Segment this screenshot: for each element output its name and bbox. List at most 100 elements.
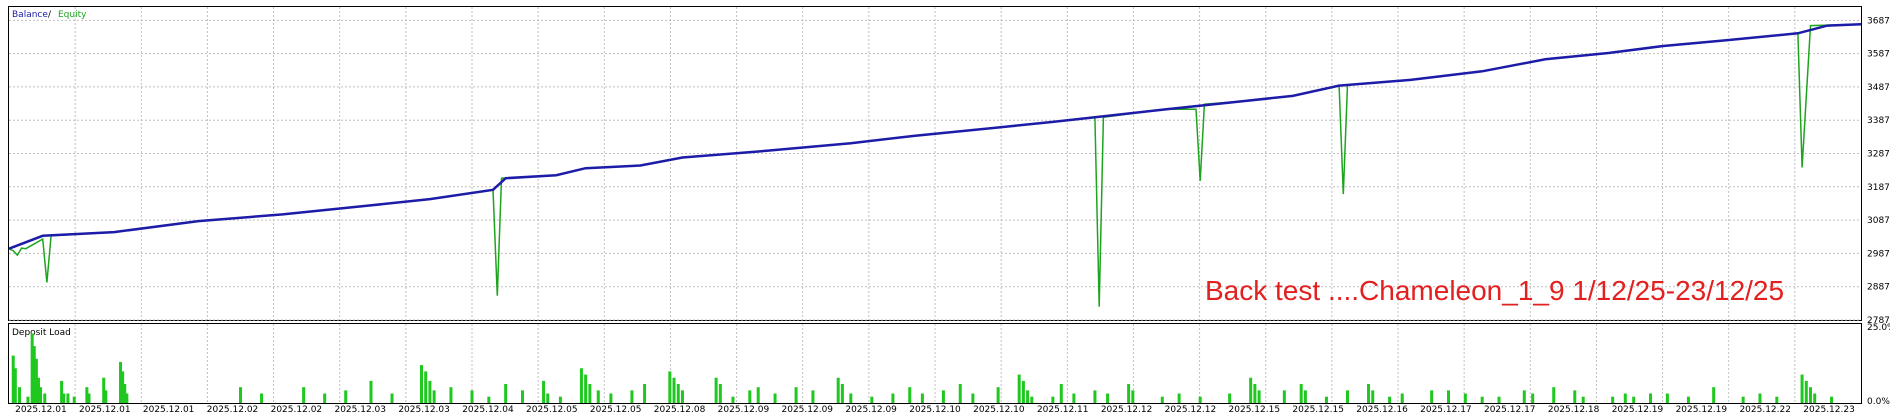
deposit-load-bar xyxy=(104,390,108,403)
deposit-load-title: Deposit Load xyxy=(12,328,71,338)
x-tick-label: 2025.12.18 xyxy=(1548,405,1600,414)
deposit-load-panel: Deposit Load 25.0% 0.0% xyxy=(8,323,1890,407)
deposit-load-bar xyxy=(1400,393,1404,403)
deposit-load-bar xyxy=(1611,396,1615,403)
deposit-load-bar xyxy=(1282,390,1286,403)
y-tick-label: 2887 xyxy=(1867,283,1890,293)
deposit-load-bar xyxy=(676,384,680,403)
backtest-chart: 3687358734873387328731873087298728872787… xyxy=(8,6,1890,414)
deposit-load-bar xyxy=(1581,396,1585,403)
deposit-load-bar xyxy=(584,374,588,403)
x-tick-label: 2025.12.09 xyxy=(782,405,834,414)
deposit-load-bar xyxy=(748,390,752,403)
y-tick-label: 3687 xyxy=(1867,16,1890,26)
x-tick-label: 2025.12.17 xyxy=(1420,405,1472,414)
deposit-load-bar xyxy=(1665,393,1669,403)
x-tick-label: 2025.12.15 xyxy=(1229,405,1281,414)
backtest-annotation: Back test ....Chameleon_1_9 1/12/25-23/1… xyxy=(1205,275,1784,306)
deposit-load-bar xyxy=(849,393,853,403)
deposit-load-bar xyxy=(908,387,912,403)
deposit-load-bar xyxy=(323,393,327,403)
deposit-load-bar xyxy=(941,390,945,403)
deposit-load-bar xyxy=(971,393,975,403)
deposit-load-bar xyxy=(1430,390,1434,403)
deposit-load-bar xyxy=(424,371,428,403)
deposit-load-bar xyxy=(672,377,676,403)
deposit-load-bar xyxy=(1775,396,1779,403)
deposit-load-bar xyxy=(1093,390,1097,403)
y-tick-label: 3287 xyxy=(1867,150,1890,160)
deposit-load-bar xyxy=(62,393,66,403)
x-tick-label: 2025.12.01 xyxy=(15,405,67,414)
x-tick-label: 2025.12.01 xyxy=(79,405,131,414)
y-tick-label: 0.0% xyxy=(1867,397,1890,407)
deposit-load-bar xyxy=(125,393,129,403)
deposit-load-bar xyxy=(302,387,306,403)
deposit-load-bar xyxy=(39,387,43,403)
deposit-load-bar xyxy=(794,387,798,403)
deposit-load-bar xyxy=(449,387,453,403)
x-tick-label: 2025.12.02 xyxy=(271,405,323,414)
deposit-load-bar xyxy=(680,390,684,403)
deposit-load-bar xyxy=(1804,380,1808,403)
deposit-load-grid xyxy=(74,324,1796,403)
deposit-load-frame xyxy=(8,323,1862,404)
x-tick-label: 2025.12.09 xyxy=(718,405,770,414)
deposit-load-bar xyxy=(920,393,924,403)
deposit-load-bar xyxy=(419,365,423,403)
deposit-load-bar xyxy=(1447,390,1451,403)
deposit-load-bar xyxy=(1758,393,1762,403)
deposit-load-bar xyxy=(579,368,583,403)
x-tick-label: 2025.12.11 xyxy=(1037,405,1089,414)
y-tick-label: 3387 xyxy=(1867,116,1890,126)
deposit-load-bar xyxy=(891,393,895,403)
legend-separator: / xyxy=(48,10,52,20)
deposit-load-bar xyxy=(718,384,722,403)
deposit-load-bar xyxy=(87,393,91,403)
deposit-load-bar xyxy=(643,384,647,403)
y-tick-label: 25.0% xyxy=(1867,323,1890,333)
x-tick-label: 2025.12.12 xyxy=(1165,405,1217,414)
x-tick-label: 2025.12.19 xyxy=(1676,405,1728,414)
deposit-load-bar xyxy=(811,390,815,403)
x-axis-date-labels: 2025.12.01 2025.12.01 2025.12.01 2025.12.02… xyxy=(15,405,1855,414)
deposit-load-bar xyxy=(72,396,76,403)
x-tick-label: 2025.12.08 xyxy=(654,405,706,414)
x-tick-label: 2025.12.12 xyxy=(1101,405,1153,414)
deposit-load-bar xyxy=(66,393,70,403)
deposit-load-bar xyxy=(1253,384,1257,403)
y-tick-label: 3087 xyxy=(1867,216,1890,226)
deposit-load-bar xyxy=(542,380,546,403)
deposit-load-bar xyxy=(390,393,394,403)
deposit-load-bar xyxy=(1808,387,1812,403)
deposit-load-bar xyxy=(1299,384,1303,403)
x-tick-label: 2025.12.19 xyxy=(1612,405,1664,414)
x-tick-label: 2025.12.10 xyxy=(909,405,961,414)
x-tick-label: 2025.12.17 xyxy=(1484,405,1536,414)
deposit-load-bar xyxy=(773,393,777,403)
x-tick-label: 2025.12.03 xyxy=(398,405,450,414)
deposit-load-bar xyxy=(1463,393,1467,403)
deposit-load-bar xyxy=(1017,374,1021,403)
deposit-load-bar xyxy=(1800,374,1804,403)
balance-equity-y-ticks: 3687358734873387328731873087298728872787 xyxy=(1867,16,1890,326)
x-tick-label: 2025.12.01 xyxy=(143,405,195,414)
y-tick-label: 3587 xyxy=(1867,50,1890,60)
deposit-load-bar xyxy=(1552,387,1556,403)
x-tick-label: 2025.12.03 xyxy=(334,405,386,414)
y-tick-label: 3487 xyxy=(1867,83,1890,93)
deposit-load-bar xyxy=(840,384,844,403)
deposit-load-bars xyxy=(11,333,1834,403)
deposit-load-bar xyxy=(546,393,550,403)
legend-equity: Equity xyxy=(58,10,87,20)
deposit-load-bar xyxy=(344,390,348,403)
deposit-load-y-ticks: 25.0% 0.0% xyxy=(1867,323,1890,407)
deposit-load-bar xyxy=(588,384,592,403)
deposit-load-bar xyxy=(1741,396,1745,403)
deposit-load-bar xyxy=(596,390,600,403)
y-tick-label: 3187 xyxy=(1867,183,1890,193)
balance-equity-grid xyxy=(9,7,1861,321)
deposit-load-bar xyxy=(1160,396,1164,403)
x-tick-label: 2025.12.22 xyxy=(1739,405,1791,414)
deposit-load-bar xyxy=(1106,393,1110,403)
